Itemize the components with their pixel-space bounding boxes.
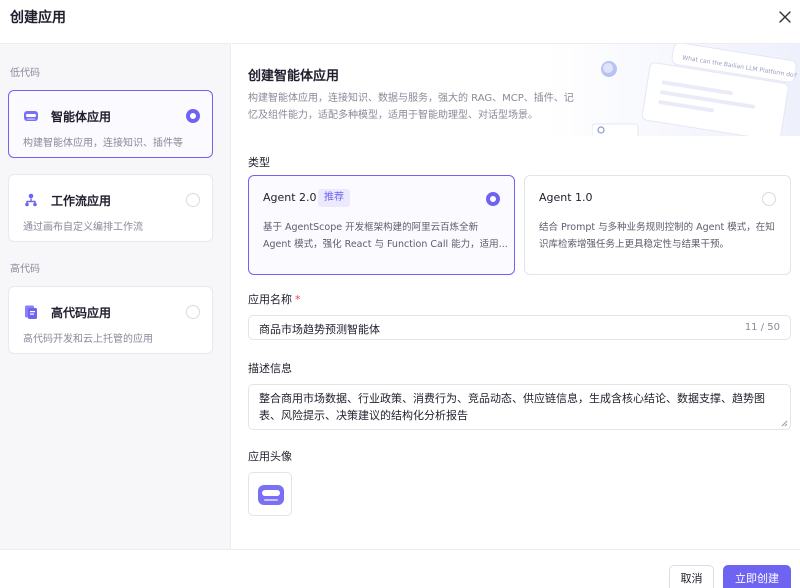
type-label: 类型 <box>248 156 270 169</box>
app-type-card-workflow[interactable]: 工作流应用 通过画布自定义编排工作流 <box>8 174 213 242</box>
app-type-radio-workflow[interactable] <box>186 193 200 207</box>
app-name-counter: 11 / 50 <box>744 322 780 333</box>
agent-avatar-icon <box>258 485 284 505</box>
agent-app-icon <box>24 111 38 121</box>
app-type-radio-high-code[interactable] <box>186 305 200 319</box>
agent-version-radio-1[interactable] <box>762 192 776 206</box>
group-label-low-code: 低代码 <box>10 68 40 79</box>
dialog-header: 创建应用 <box>0 0 800 36</box>
agent-version-radio-2[interactable] <box>486 192 500 206</box>
close-button[interactable] <box>774 6 796 28</box>
dialog-title: 创建应用 <box>10 10 66 26</box>
avatar-picker[interactable] <box>248 472 292 516</box>
resize-grip-icon[interactable] <box>780 419 788 427</box>
app-type-desc: 高代码开发和云上托管的应用 <box>23 334 153 345</box>
app-type-desc: 通过画布自定义编排工作流 <box>23 222 143 233</box>
app-type-card-high-code[interactable]: 高代码应用 高代码开发和云上托管的应用 <box>8 286 213 354</box>
agent-version-desc: 结合 Prompt 与多种业务规则控制的 Agent 模式，在知识库检索增强任务… <box>539 222 775 250</box>
app-type-title: 工作流应用 <box>51 194 112 208</box>
description-value: 整合商用市场数据、行业政策、消费行为、竞品动态、供应链信息，生成含核心结论、数据… <box>259 392 765 422</box>
agent-version-card-1[interactable]: Agent 1.0 结合 Prompt 与多种业务规则控制的 Agent 模式，… <box>524 175 791 275</box>
required-mark: * <box>295 293 301 306</box>
app-type-radio-agent[interactable] <box>186 109 200 123</box>
intro-banner: 创建智能体应用 构建智能体应用，连接知识、数据与服务，强大的 RAG、MCP、插… <box>232 44 800 136</box>
banner-illustration: What can the Bailian LLM Platform do? <box>592 44 797 136</box>
agent-version-desc: 基于 AgentScope 开发框架构建的阿里云百炼全新 Agent 模式，强化… <box>263 222 508 250</box>
app-type-title: 高代码应用 <box>51 306 112 320</box>
agent-version-card-2[interactable]: Agent 2.0 推荐 基于 AgentScope 开发框架构建的阿里云百炼全… <box>248 175 515 275</box>
app-name-value: 商品市场趋势预测智能体 <box>259 323 380 336</box>
description-label: 描述信息 <box>248 362 292 375</box>
app-type-card-agent[interactable]: 智能体应用 构建智能体应用，连接知识、插件等 <box>8 90 213 158</box>
create-form: 创建智能体应用 构建智能体应用，连接知识、数据与服务，强大的 RAG、MCP、插… <box>232 43 800 549</box>
app-name-input[interactable]: 商品市场趋势预测智能体 11 / 50 <box>248 315 791 340</box>
app-type-desc: 构建智能体应用，连接知识、插件等 <box>23 138 183 149</box>
description-textarea[interactable]: 整合商用市场数据、行业政策、消费行为、竞品动态、供应链信息，生成含核心结论、数据… <box>248 384 791 430</box>
recommended-badge: 推荐 <box>318 189 350 207</box>
form-description: 构建智能体应用，连接知识、数据与服务，强大的 RAG、MCP、插件、记忆及组件能… <box>248 93 574 121</box>
high-code-app-icon <box>25 305 37 319</box>
close-icon <box>779 11 791 23</box>
create-button[interactable]: 立即创建 <box>723 565 791 588</box>
app-type-title: 智能体应用 <box>51 110 112 124</box>
agent-version-name: Agent 2.0 <box>263 191 317 204</box>
app-type-sidebar: 低代码 智能体应用 构建智能体应用，连接知识、插件等 工作流应用 通过画布自定义… <box>0 43 231 549</box>
app-name-label: 应用名称 * <box>248 291 301 307</box>
agent-version-name: Agent 1.0 <box>539 191 593 204</box>
workflow-app-icon <box>25 193 37 207</box>
avatar-label: 应用头像 <box>248 450 292 463</box>
app-name-label-text: 应用名称 <box>248 293 292 306</box>
form-title: 创建智能体应用 <box>248 69 340 84</box>
group-label-high-code: 高代码 <box>10 264 40 275</box>
dialog-footer: 取消 立即创建 <box>0 549 800 588</box>
cancel-button[interactable]: 取消 <box>669 565 714 588</box>
